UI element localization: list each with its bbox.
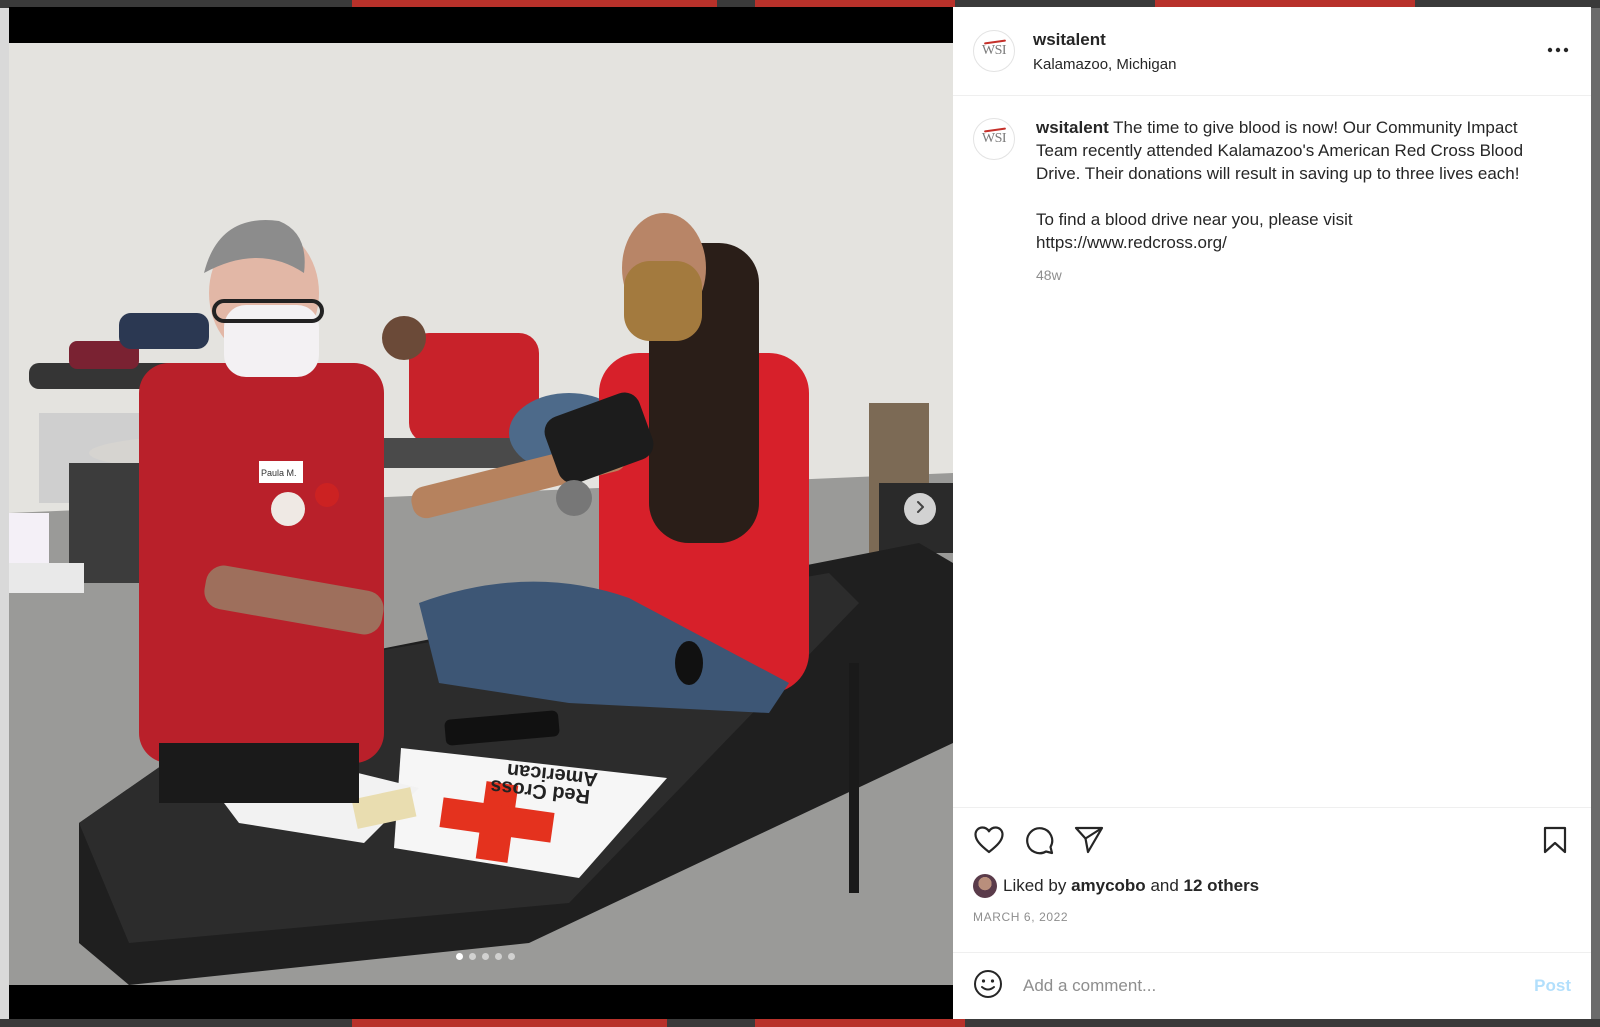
post-time: 48w bbox=[1036, 267, 1062, 283]
comment-button[interactable] bbox=[1023, 826, 1055, 858]
comment-bar: Post bbox=[953, 952, 1591, 1019]
caption-text: The time to give blood is now! Our Commu… bbox=[1036, 118, 1524, 183]
comment-icon bbox=[1024, 825, 1054, 860]
emoji-icon[interactable] bbox=[973, 969, 1003, 1004]
name-tag-text: Paula M. bbox=[261, 468, 297, 478]
post-caption: wsitalent The time to give blood is now!… bbox=[1036, 116, 1536, 807]
save-button[interactable] bbox=[1539, 826, 1571, 858]
action-bar bbox=[973, 824, 1571, 860]
caption-text-2: To find a blood drive near you, please v… bbox=[1036, 210, 1353, 252]
avatar[interactable]: WSI bbox=[973, 118, 1015, 160]
header-username[interactable]: wsitalent bbox=[1033, 30, 1176, 50]
liked-by-user[interactable]: amycobo bbox=[1071, 876, 1146, 896]
share-button[interactable] bbox=[1073, 826, 1105, 858]
avatar[interactable]: WSI bbox=[973, 30, 1015, 72]
post-actions-section: Liked by amycobo and 12 others March 6, … bbox=[953, 807, 1591, 952]
likes-summary: Liked by amycobo and 12 others bbox=[973, 874, 1571, 898]
caption-area: WSI wsitalent The time to give blood is … bbox=[953, 96, 1591, 807]
more-icon bbox=[1547, 40, 1569, 57]
liked-by-others[interactable]: 12 others bbox=[1184, 876, 1260, 896]
like-button[interactable] bbox=[973, 825, 1005, 859]
avatar-logo: WSI bbox=[981, 131, 1007, 146]
comment-input[interactable] bbox=[1021, 975, 1535, 997]
post-media: American Red Cross Paula M. bbox=[9, 7, 953, 1019]
avatar-logo: WSI bbox=[981, 43, 1007, 58]
post-header: WSI wsitalent Kalamazoo, Michigan bbox=[953, 7, 1591, 96]
post-side-panel: WSI wsitalent Kalamazoo, Michigan WSI ws… bbox=[953, 7, 1591, 1019]
post-photo[interactable]: American Red Cross Paula M. bbox=[9, 43, 953, 985]
post-comment-button[interactable]: Post bbox=[1534, 976, 1571, 996]
slide-dot bbox=[456, 953, 463, 960]
caption-username[interactable]: wsitalent bbox=[1036, 118, 1109, 137]
photo-illustration: American Red Cross Paula M. bbox=[9, 43, 953, 985]
slide-indicator bbox=[456, 953, 515, 960]
slide-dot bbox=[469, 953, 476, 960]
next-slide-button[interactable] bbox=[904, 493, 936, 525]
heart-icon bbox=[974, 825, 1004, 859]
liked-by-prefix: Liked by bbox=[1003, 876, 1067, 895]
slide-dot bbox=[495, 953, 502, 960]
backdrop-bottom bbox=[0, 1019, 1600, 1027]
share-icon bbox=[1074, 826, 1104, 859]
chevron-right-icon bbox=[913, 500, 927, 519]
slide-dot bbox=[482, 953, 489, 960]
post-date: March 6, 2022 bbox=[973, 910, 1069, 924]
more-options-button[interactable] bbox=[1547, 40, 1569, 58]
liker-avatar[interactable] bbox=[973, 874, 997, 898]
slide-dot bbox=[508, 953, 515, 960]
liked-by-and: and bbox=[1150, 876, 1179, 895]
post-modal: American Red Cross Paula M. WSI wsitalen… bbox=[9, 7, 1591, 1019]
header-location[interactable]: Kalamazoo, Michigan bbox=[1033, 56, 1176, 73]
bookmark-icon bbox=[1543, 826, 1567, 859]
